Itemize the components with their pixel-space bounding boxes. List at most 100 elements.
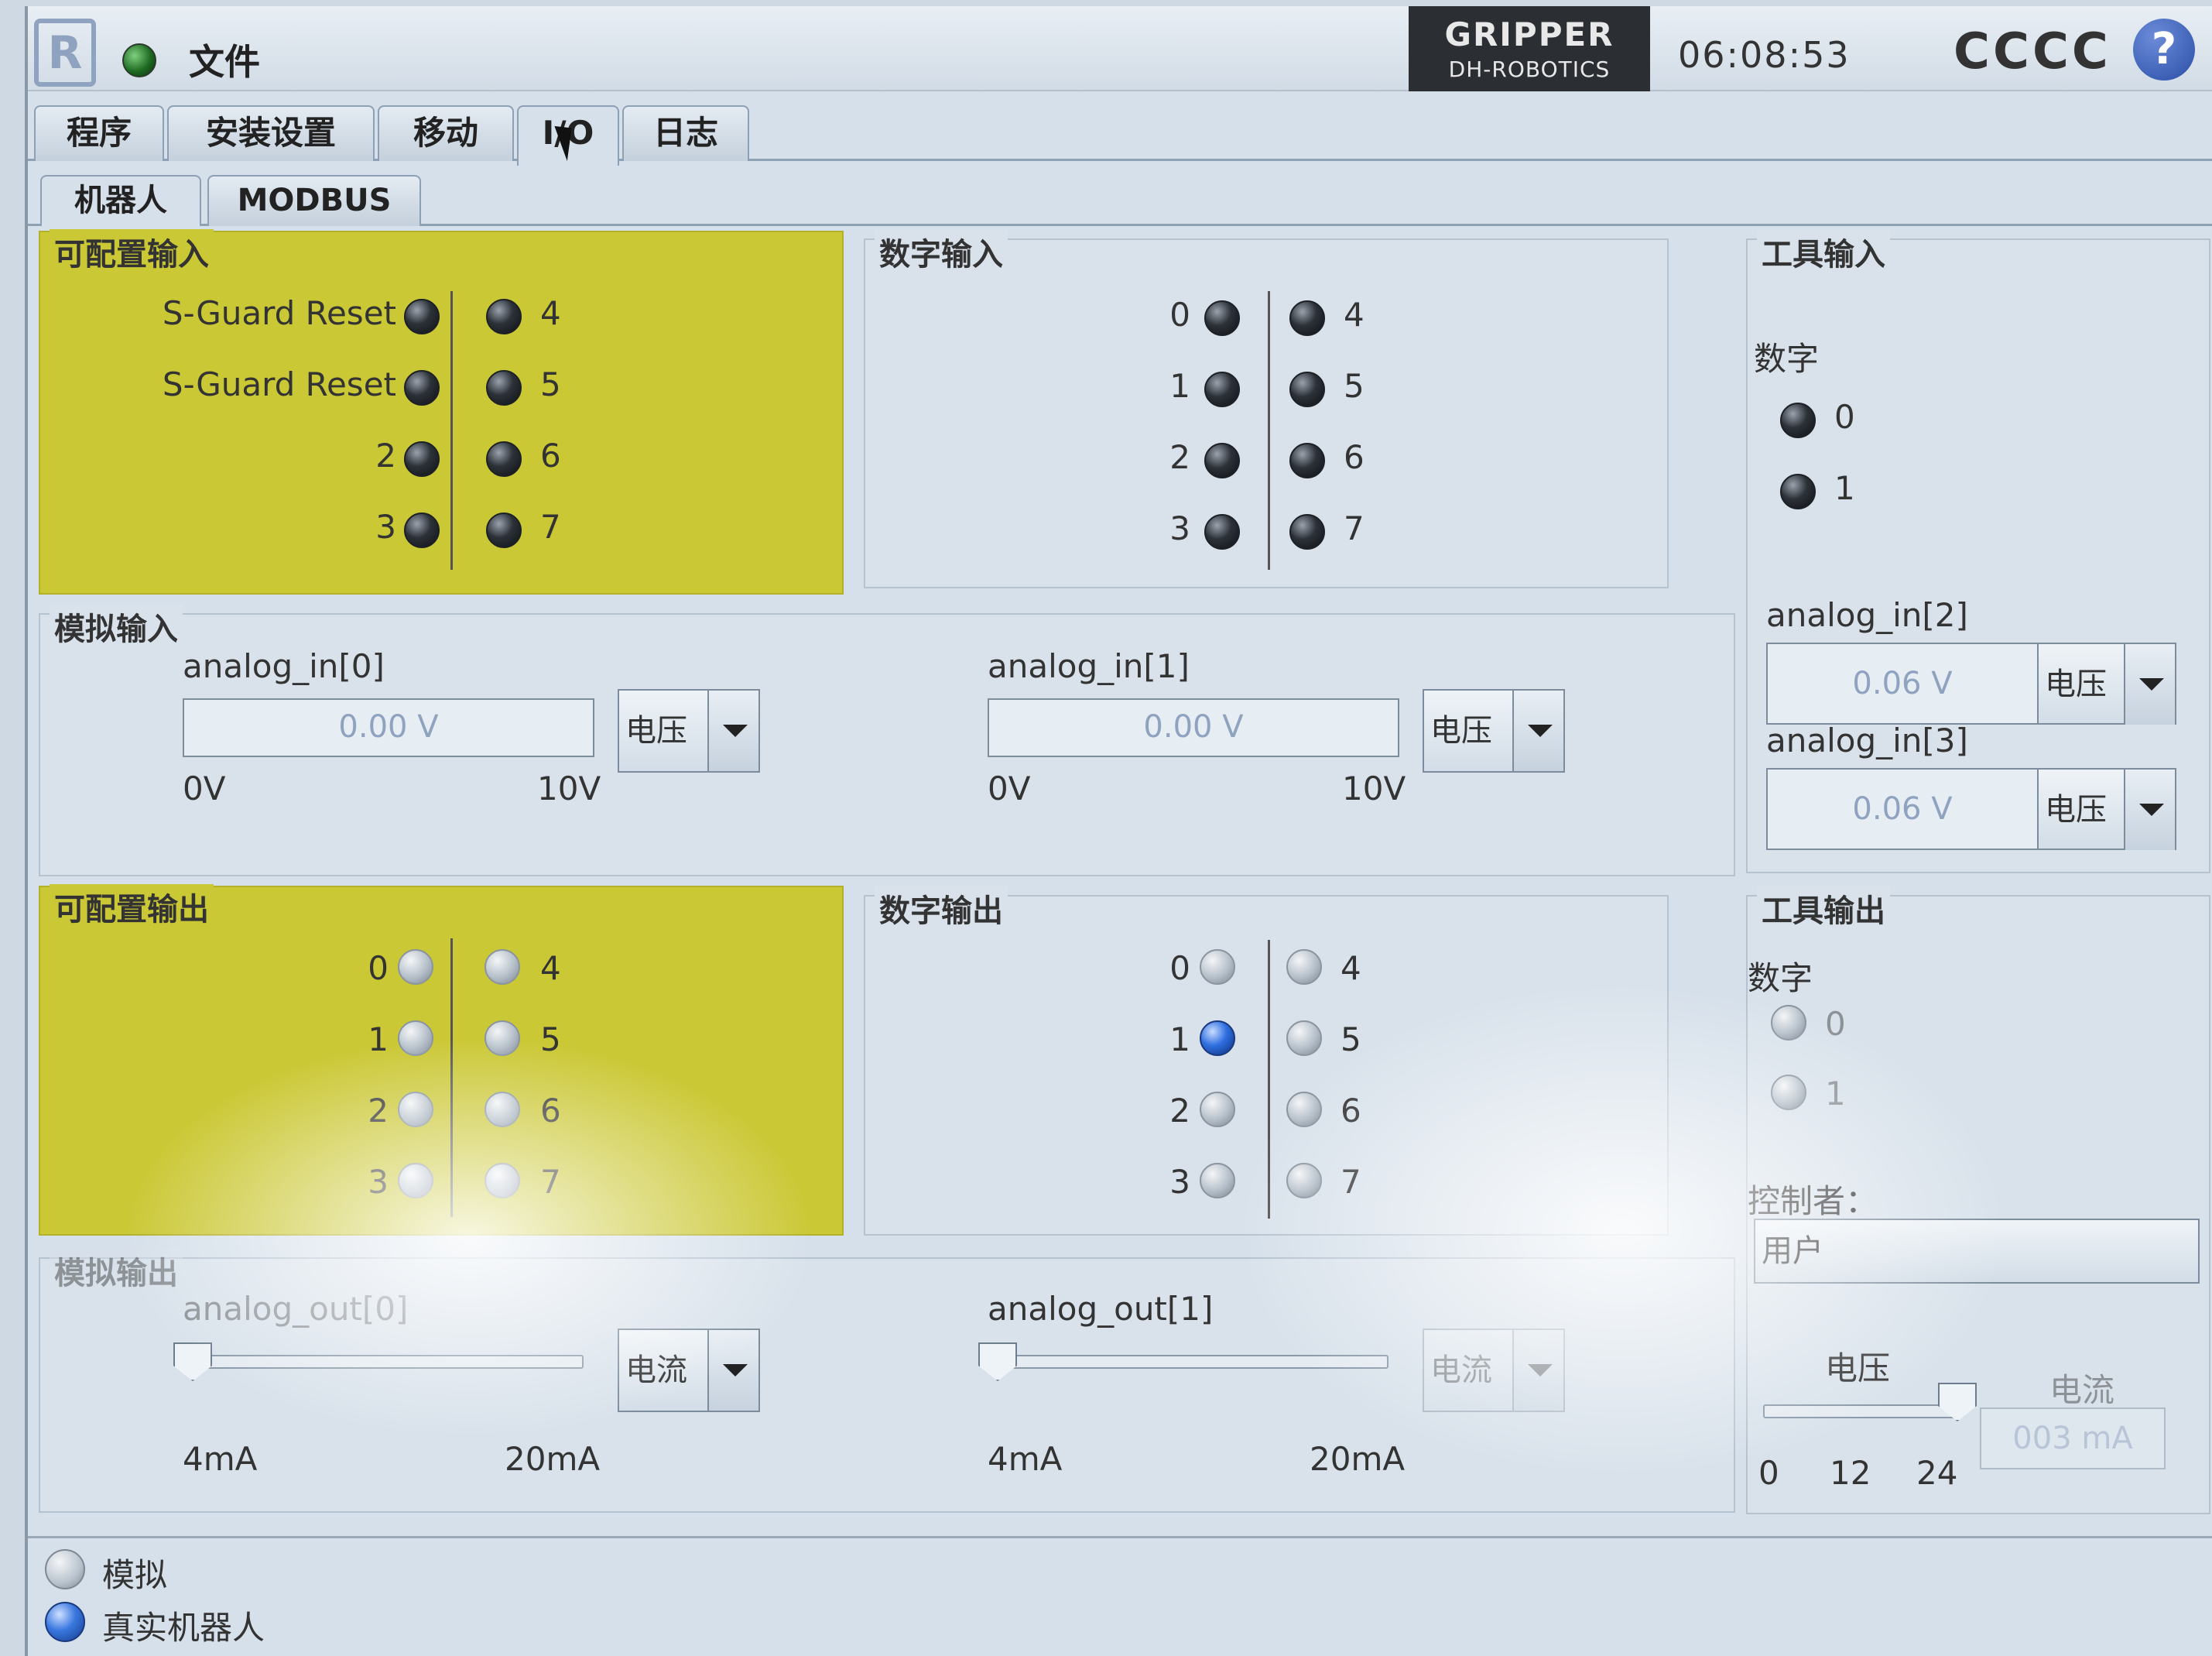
analog-in-0-mode-select[interactable]: 电压 [618,689,760,773]
config-output-led-icon[interactable] [398,1163,433,1198]
tool-output-controller-value: 用户 [1762,1233,1823,1269]
chevron-down-icon[interactable] [2124,770,2175,850]
config-output-label: 4 [540,949,561,987]
analog-out-0-slider-track[interactable] [192,1355,584,1369]
config-input-label: 6 [540,437,561,475]
tool-input-title: 工具输入 [1757,229,1890,274]
tab-log[interactable]: 日志 [622,105,749,161]
subtab-robot[interactable]: 机器人 [40,175,201,226]
tool-output-current-value: 003 mA [1980,1407,2166,1469]
analog-out-1-max: 20mA [1310,1440,1406,1478]
tool-input-digital-label: 数字 [1754,340,1820,378]
analog-out-0-slider-thumb[interactable] [173,1342,212,1381]
tool-output-current-label: 电流 [2049,1371,2115,1409]
config-output-led-icon[interactable] [398,1092,433,1127]
config-input-label: 2 [375,437,396,475]
tab-program[interactable]: 程序 [34,105,164,161]
digital-output-led-icon[interactable] [1200,1020,1235,1056]
main-tabs: 程序 安装设置 移动 I/O 日志 [28,102,2212,166]
analog-in-0-max: 10V [537,770,601,807]
analog-out-1-min: 4mA [988,1440,1063,1478]
tool-voltage-slider-track[interactable] [1763,1404,1957,1418]
analog-out-1-slider-track[interactable] [997,1355,1388,1369]
io-divider [450,291,453,570]
header-bar: R 文件 GRIPPER DH-ROBOTICS 06:08:53 CCCC ? [28,6,2212,91]
digital-output-label: 2 [1169,1092,1190,1130]
config-output-led-icon[interactable] [485,1020,520,1056]
robot-name: CCCC [1953,23,2111,81]
tool-analog-in-3-mode-select[interactable]: 电压 [2037,768,2176,850]
analog-out-0-min: 4mA [183,1440,258,1478]
digital-input-led-icon [1204,514,1240,550]
analog-in-0-min: 0V [183,770,226,807]
config-input-label: S-Guard Reset [162,365,396,403]
tool-voltage-tick: 12 [1830,1454,1871,1492]
config-input-label: 7 [540,508,561,546]
digital-input-label: 3 [1169,509,1190,547]
tool-output-label: 0 [1825,1005,1846,1043]
tool-output-controller-select[interactable]: 用户 [1754,1219,2200,1284]
digital-output-led-icon[interactable] [1286,949,1322,985]
config-output-led-icon[interactable] [485,1092,520,1127]
config-output-label: 5 [540,1020,561,1058]
tool-input-led-icon [1780,403,1816,438]
analog-out-1-mode-select[interactable]: 电流 [1423,1329,1565,1412]
screen: R 文件 GRIPPER DH-ROBOTICS 06:08:53 CCCC ?… [25,6,2212,1656]
digital-output-led-icon[interactable] [1200,1163,1235,1198]
tool-output-title: 工具输出 [1757,886,1890,931]
config-output-led-icon[interactable] [485,1163,520,1198]
chevron-down-icon[interactable] [707,1330,758,1411]
digital-input-label: 6 [1344,438,1365,476]
analog-in-1-value: 0.00 V [988,698,1399,757]
tool-output-led-icon[interactable] [1771,1005,1806,1041]
tab-move[interactable]: 移动 [378,105,514,161]
real-robot-radio[interactable] [45,1602,85,1642]
config-output-label: 3 [368,1163,389,1201]
chevron-down-icon[interactable] [1512,1330,1563,1411]
digital-output-led-icon[interactable] [1286,1020,1322,1056]
digital-output-label: 3 [1169,1163,1190,1201]
help-button[interactable]: ? [2133,19,2195,81]
digital-input-label: 2 [1169,438,1190,476]
robot-status-led-icon [122,43,156,77]
analog-out-0-mode-select[interactable]: 电流 [618,1329,760,1412]
digital-input-label: 4 [1344,296,1365,334]
analog-out-1-slider-thumb[interactable] [978,1342,1017,1381]
chevron-down-icon[interactable] [1512,691,1563,771]
tab-installation[interactable]: 安装设置 [167,105,375,161]
analog-out-0-label: analog_out[0] [183,1290,409,1328]
tool-voltage-tick: 0 [1758,1454,1779,1492]
tool-output-led-icon[interactable] [1771,1075,1806,1110]
config-input-label: 3 [375,508,396,546]
configurable-input-title: 可配置输入 [50,229,214,274]
digital-input-title: 数字输入 [875,229,1008,274]
config-input-led-icon [404,299,440,334]
digital-output-label: 6 [1341,1092,1361,1130]
tool-output-voltage-label: 电压 [1825,1349,1891,1387]
analog-output-title: 模拟输出 [50,1248,183,1293]
tool-analog-in-2-label: analog_in[2] [1766,596,1968,634]
subtab-modbus[interactable]: MODBUS [207,175,421,226]
analog-in-1-mode-select[interactable]: 电压 [1423,689,1565,773]
digital-output-led-icon[interactable] [1200,949,1235,985]
gripper-toolbar-button[interactable]: GRIPPER DH-ROBOTICS [1409,6,1650,91]
analog-in-1-max: 10V [1342,770,1406,807]
digital-input-led-icon [1204,372,1240,407]
tool-input-led-icon [1780,474,1816,509]
digital-output-label: 4 [1341,949,1361,987]
config-output-led-icon[interactable] [398,1020,433,1056]
file-menu[interactable]: 文件 [189,34,260,85]
tool-analog-in-2-mode-select[interactable]: 电压 [2037,643,2176,725]
config-input-led-icon [486,299,522,334]
chevron-down-icon[interactable] [707,691,758,771]
analog-in-0-value: 0.00 V [183,698,594,757]
chevron-down-icon[interactable] [2124,644,2175,725]
digital-output-led-icon[interactable] [1286,1163,1322,1198]
digital-output-led-icon[interactable] [1200,1092,1235,1127]
analog-output-panel: 模拟输出 analog_out[0] 电流 4mA 20mA analog_ou… [39,1248,1735,1513]
config-output-led-icon[interactable] [398,949,433,985]
simulation-radio[interactable] [45,1549,85,1589]
tool-output-digital-label: 数字 [1748,959,1813,997]
config-output-led-icon[interactable] [485,949,520,985]
digital-output-led-icon[interactable] [1286,1092,1322,1127]
